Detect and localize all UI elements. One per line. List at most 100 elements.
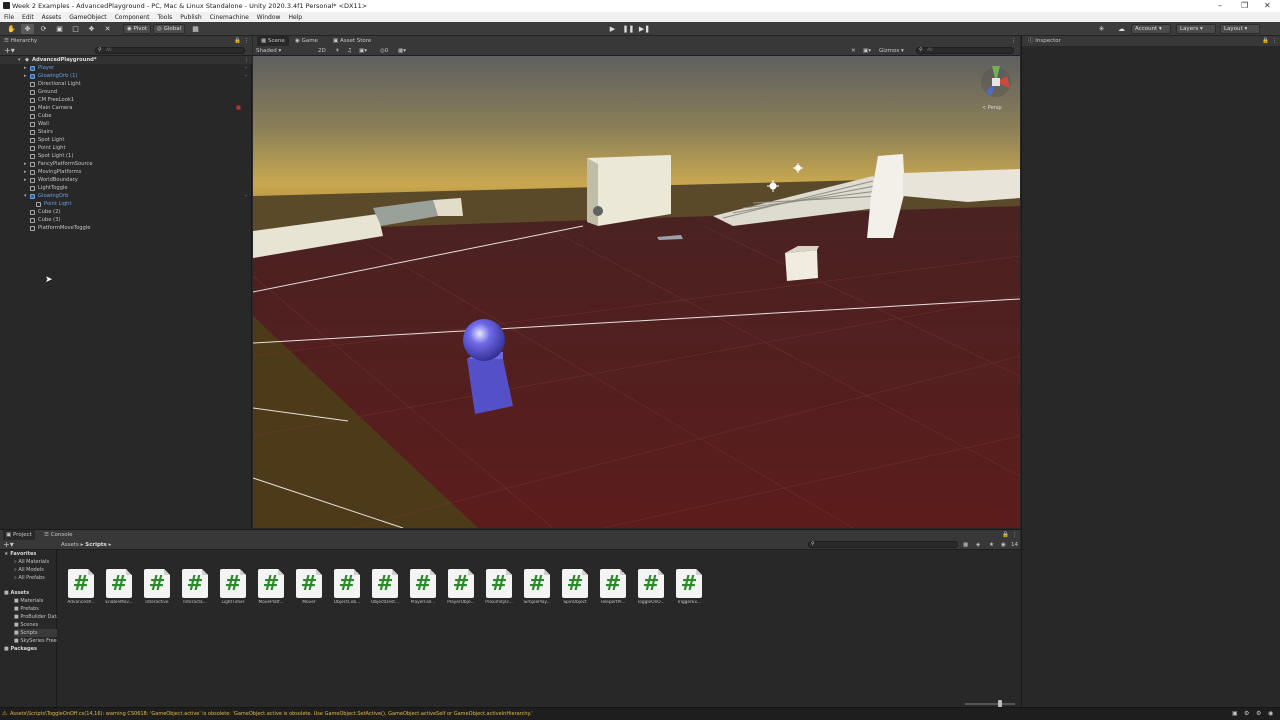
lock-icon[interactable]: 🔒 bbox=[1262, 36, 1269, 46]
menu-cinemachine[interactable]: Cinemachine bbox=[206, 12, 253, 22]
filter-label-icon[interactable]: ◈ bbox=[976, 540, 980, 550]
favorites-item[interactable]: ⌕ All Prefabs bbox=[14, 574, 45, 582]
assets-subfolder[interactable]: ■ ProBuilder Data bbox=[14, 613, 57, 621]
tab-game[interactable]: ◉ Game bbox=[295, 36, 318, 46]
grid-toggle-icon[interactable]: ▦▾ bbox=[398, 46, 406, 56]
breadcrumb-assets[interactable]: Assets bbox=[61, 542, 79, 548]
kebab-menu-icon[interactable]: ⋮ bbox=[1012, 530, 1018, 540]
menu-file[interactable]: File bbox=[0, 12, 18, 22]
breadcrumb-scripts[interactable]: Scripts bbox=[85, 542, 107, 548]
script-asset[interactable]: # Interacta... bbox=[177, 569, 213, 609]
hierarchy-item[interactable]: Point Light bbox=[0, 144, 252, 152]
hierarchy-item[interactable]: PlatformMoveToggle bbox=[0, 224, 252, 232]
menu-window[interactable]: Window bbox=[253, 12, 285, 22]
menu-publish[interactable]: Publish bbox=[176, 12, 205, 22]
script-asset[interactable]: # LightTimer bbox=[215, 569, 251, 609]
move-tool-icon[interactable]: ✥ bbox=[21, 24, 34, 34]
account-dropdown[interactable]: Account ▾ bbox=[1131, 24, 1171, 34]
script-asset[interactable]: # PlayerFall... bbox=[405, 569, 441, 609]
favorites-folder[interactable]: ★ Favorites bbox=[4, 550, 36, 558]
project-search-input[interactable]: ⚲ bbox=[808, 541, 958, 548]
hierarchy-item[interactable]: CM FreeLook1 bbox=[0, 96, 252, 104]
scene-render[interactable]: < Persp bbox=[253, 56, 1020, 528]
transform-tool-icon[interactable]: ❖ bbox=[85, 24, 98, 34]
script-asset[interactable]: # TeleportPl... bbox=[595, 569, 631, 609]
audio-toggle-icon[interactable]: ♫ bbox=[347, 46, 352, 56]
visibility-icon[interactable]: ◉ bbox=[1001, 540, 1006, 550]
hierarchy-item[interactable]: ▸ Player › bbox=[0, 64, 252, 72]
expand-arrow-icon[interactable]: ▸ bbox=[24, 176, 27, 184]
favorites-item[interactable]: ⌕ All Materials bbox=[14, 558, 49, 566]
assets-subfolder[interactable]: ■ Materials bbox=[14, 597, 57, 605]
collab-icon[interactable]: ✳ bbox=[1095, 24, 1108, 34]
expand-arrow-icon[interactable]: ▾ bbox=[24, 192, 27, 200]
cloud-icon[interactable]: ☁ bbox=[1115, 24, 1128, 34]
menu-gameobject[interactable]: GameObject bbox=[65, 12, 110, 22]
cube[interactable] bbox=[785, 246, 819, 281]
script-asset[interactable]: # PlayerObje... bbox=[443, 569, 479, 609]
hierarchy-item[interactable]: ▸ GlowingOrb (1) › bbox=[0, 72, 252, 80]
menu-help[interactable]: Help bbox=[284, 12, 306, 22]
orientation-label[interactable]: < Persp bbox=[982, 105, 1002, 111]
add-icon[interactable]: +▾ bbox=[4, 46, 15, 56]
tools-icon[interactable]: ✕ bbox=[851, 46, 856, 56]
script-asset[interactable]: # TriggerEx... bbox=[671, 569, 707, 609]
tab-inspector[interactable]: ⓘ Inspector bbox=[1028, 36, 1061, 46]
favorite-star-icon[interactable]: ★ bbox=[989, 540, 994, 550]
lock-icon[interactable]: 🔒 bbox=[234, 36, 241, 46]
menu-assets[interactable]: Assets bbox=[38, 12, 66, 22]
pause-button[interactable]: ❚❚ bbox=[622, 24, 635, 34]
tab-project[interactable]: ▣ Project bbox=[3, 530, 35, 540]
hierarchy-item[interactable]: Wall bbox=[0, 120, 252, 128]
global-toggle[interactable]: ◎ Global bbox=[153, 24, 186, 34]
rect-tool-icon[interactable]: □ bbox=[69, 24, 82, 34]
settings-icon[interactable]: ⚙ bbox=[1256, 710, 1261, 717]
assets-subfolder[interactable]: ■ Prefabs bbox=[14, 605, 57, 613]
hierarchy-search-input[interactable]: ⚲ All bbox=[95, 47, 245, 54]
hierarchy-item[interactable]: Spot Light (1) bbox=[0, 152, 252, 160]
rotate-tool-icon[interactable]: ⟳ bbox=[37, 24, 50, 34]
2d-toggle[interactable]: 2D bbox=[318, 46, 326, 56]
hierarchy-item[interactable]: Spot Light bbox=[0, 136, 252, 144]
menu-tools[interactable]: Tools bbox=[153, 12, 176, 22]
hierarchy-item[interactable]: ▸ FancyPlatformSource bbox=[0, 160, 252, 168]
script-asset[interactable]: # ToggleOnO... bbox=[633, 569, 669, 609]
play-button[interactable]: ▶ bbox=[606, 24, 619, 34]
menu-edit[interactable]: Edit bbox=[18, 12, 38, 22]
hierarchy-item[interactable]: Cube (3) bbox=[0, 216, 252, 224]
expand-arrow-icon[interactable]: ▸ bbox=[24, 168, 27, 176]
lighting-toggle-icon[interactable]: ☀ bbox=[335, 46, 340, 56]
expand-arrow-icon[interactable]: ▸ bbox=[24, 64, 27, 72]
pivot-toggle[interactable]: ◉ Pivot bbox=[123, 24, 152, 34]
script-asset[interactable]: # Mover bbox=[291, 569, 327, 609]
kebab-menu-icon[interactable]: ⋮ bbox=[1272, 36, 1278, 46]
scale-tool-icon[interactable]: ▣ bbox=[53, 24, 66, 34]
expand-arrow-icon[interactable]: ▾ bbox=[18, 56, 21, 64]
script-asset[interactable]: # Interactive bbox=[139, 569, 175, 609]
camera-dropdown-icon[interactable]: ▣▾ bbox=[863, 46, 871, 56]
step-button[interactable]: ▶❚ bbox=[638, 24, 651, 34]
tab-hierarchy[interactable]: ☰ Hierarchy bbox=[4, 36, 37, 46]
hierarchy-item[interactable]: ▾ GlowingOrb › bbox=[0, 192, 252, 200]
hierarchy-item[interactable]: Directional Light bbox=[0, 80, 252, 88]
scene-viewport[interactable]: < Persp bbox=[253, 56, 1020, 528]
script-asset[interactable]: # AdvancedP... bbox=[63, 569, 99, 609]
hierarchy-item[interactable]: Ground bbox=[0, 88, 252, 96]
custom-tool-icon[interactable]: ✕ bbox=[101, 24, 114, 34]
chevron-right-icon[interactable]: › bbox=[245, 64, 247, 72]
favorites-item[interactable]: ⌕ All Models bbox=[14, 566, 44, 574]
console-warning-message[interactable]: Assets\Scripts\ToggleOnOff.cs(14,16): wa… bbox=[10, 711, 533, 717]
script-asset[interactable]: # SimplePlay... bbox=[519, 569, 555, 609]
minimize-icon[interactable]: – bbox=[1218, 1, 1222, 10]
grid-snap-icon[interactable]: ▦ bbox=[189, 24, 202, 34]
hierarchy-item[interactable]: Cube (2) bbox=[0, 208, 252, 216]
scene-search-input[interactable]: ⚲ All bbox=[916, 47, 1014, 54]
gizmos-dropdown[interactable]: Gizmos ▾ bbox=[879, 46, 904, 56]
hierarchy-item[interactable]: ▸ WorldBoundary bbox=[0, 176, 252, 184]
close-icon[interactable]: ✕ bbox=[1264, 1, 1271, 10]
chevron-right-icon[interactable]: › bbox=[245, 192, 247, 200]
assets-folder[interactable]: ■ Assets bbox=[4, 589, 29, 597]
collab-status-icon[interactable]: ◉ bbox=[1268, 710, 1273, 717]
lock-icon[interactable]: 🔒 bbox=[1002, 530, 1009, 540]
script-asset[interactable]: # ProximityD... bbox=[481, 569, 517, 609]
